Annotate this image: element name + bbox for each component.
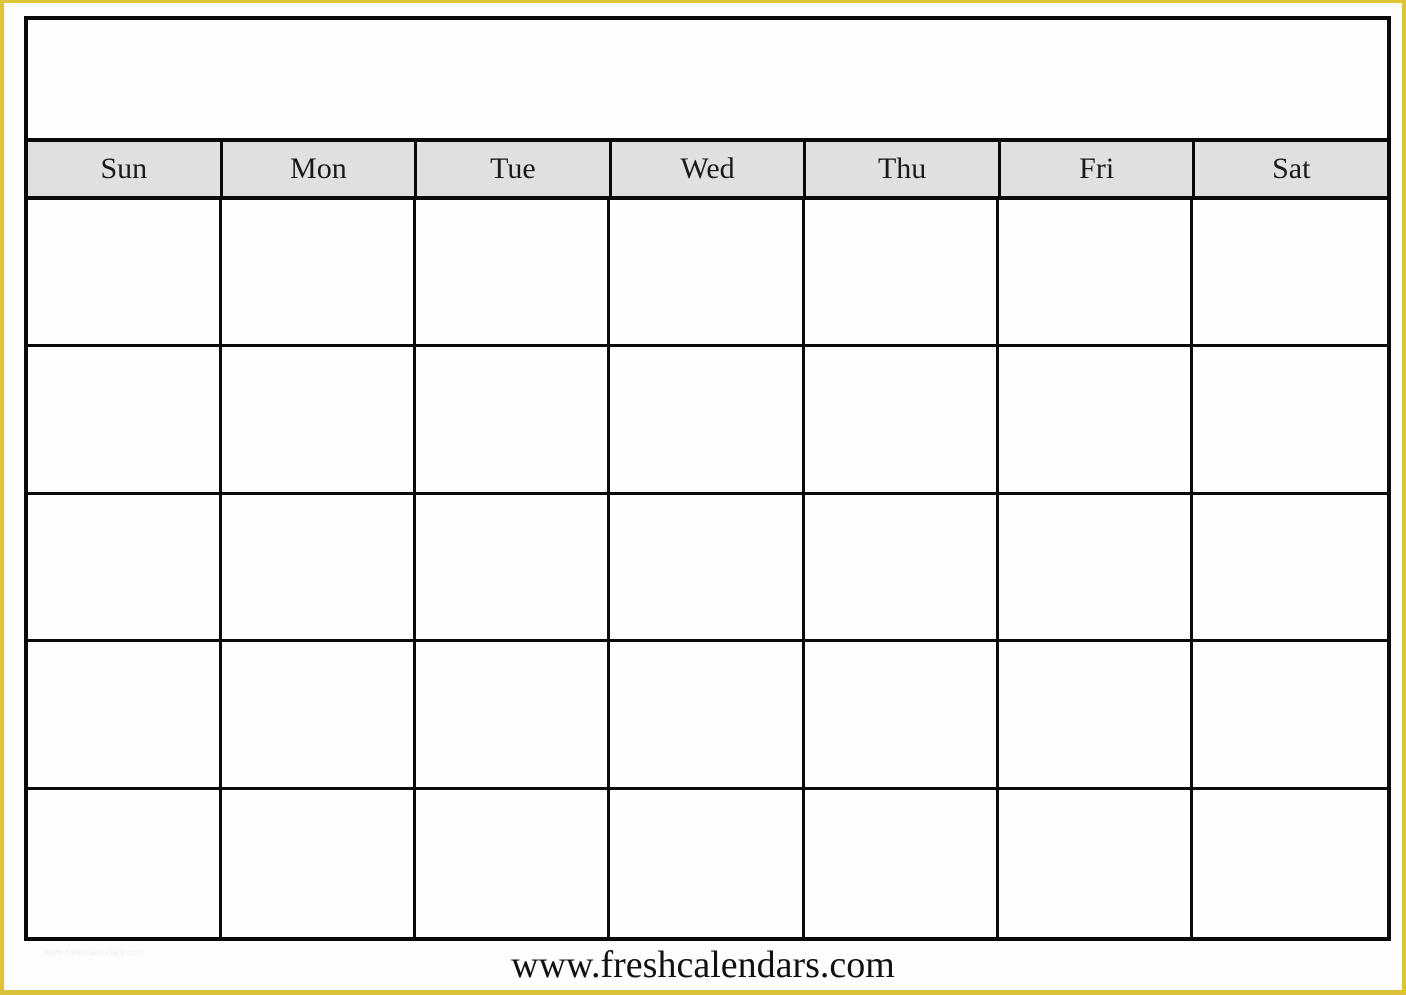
weekday-header-thu: Thu — [806, 142, 1001, 196]
footer-url[interactable]: www.freshcalendars.com — [4, 941, 1402, 989]
day-cell[interactable] — [804, 200, 999, 348]
day-cell[interactable] — [28, 642, 223, 790]
day-cell[interactable] — [998, 789, 1193, 937]
day-cell[interactable] — [610, 200, 805, 348]
day-cell[interactable] — [28, 347, 223, 495]
day-cell[interactable] — [222, 642, 417, 790]
weekday-header-tue: Tue — [417, 142, 612, 196]
day-cell[interactable] — [416, 494, 611, 643]
day-cell[interactable] — [1192, 789, 1387, 937]
day-cell[interactable] — [416, 347, 611, 495]
day-cell[interactable] — [998, 642, 1193, 790]
weekday-header-fri: Fri — [1000, 142, 1196, 196]
day-cell[interactable] — [28, 200, 223, 348]
day-cell[interactable] — [610, 642, 805, 790]
day-cell[interactable] — [610, 347, 805, 495]
weekday-header-sun: Sun — [28, 142, 223, 196]
weekday-header-mon: Mon — [222, 142, 418, 196]
day-cell[interactable] — [998, 200, 1193, 348]
weekday-header-row: Sun Mon Tue Wed Thu Fri Sat — [28, 138, 1388, 200]
day-cell[interactable] — [610, 789, 805, 937]
calendar-title-area — [28, 20, 1387, 138]
day-cell[interactable] — [610, 494, 805, 643]
day-cell[interactable] — [804, 347, 999, 495]
day-cell[interactable] — [1192, 347, 1387, 495]
calendar-grid: Sun Mon Tue Wed Thu Fri Sat — [24, 16, 1391, 941]
day-cell[interactable] — [804, 494, 999, 643]
page-frame: Sun Mon Tue Wed Thu Fri Sat www.freshcalendars… — [0, 0, 1406, 995]
day-cell[interactable] — [1192, 200, 1387, 348]
day-cell[interactable] — [998, 347, 1193, 495]
day-cell[interactable] — [222, 200, 417, 348]
day-cell[interactable] — [1192, 642, 1387, 790]
day-cell[interactable] — [222, 347, 417, 495]
day-cell[interactable] — [804, 642, 999, 790]
weekday-header-wed: Wed — [611, 142, 807, 196]
day-cell[interactable] — [804, 789, 999, 937]
day-cell[interactable] — [416, 642, 611, 790]
day-cell[interactable] — [222, 789, 417, 937]
day-cell[interactable] — [28, 789, 223, 937]
day-cell[interactable] — [998, 494, 1193, 643]
day-cells-grid — [28, 200, 1387, 937]
day-cell[interactable] — [1192, 494, 1387, 643]
day-cell[interactable] — [416, 200, 611, 348]
day-cell[interactable] — [28, 494, 223, 643]
day-cell[interactable] — [416, 789, 611, 937]
day-cell[interactable] — [222, 494, 417, 643]
weekday-header-sat: Sat — [1195, 142, 1388, 196]
